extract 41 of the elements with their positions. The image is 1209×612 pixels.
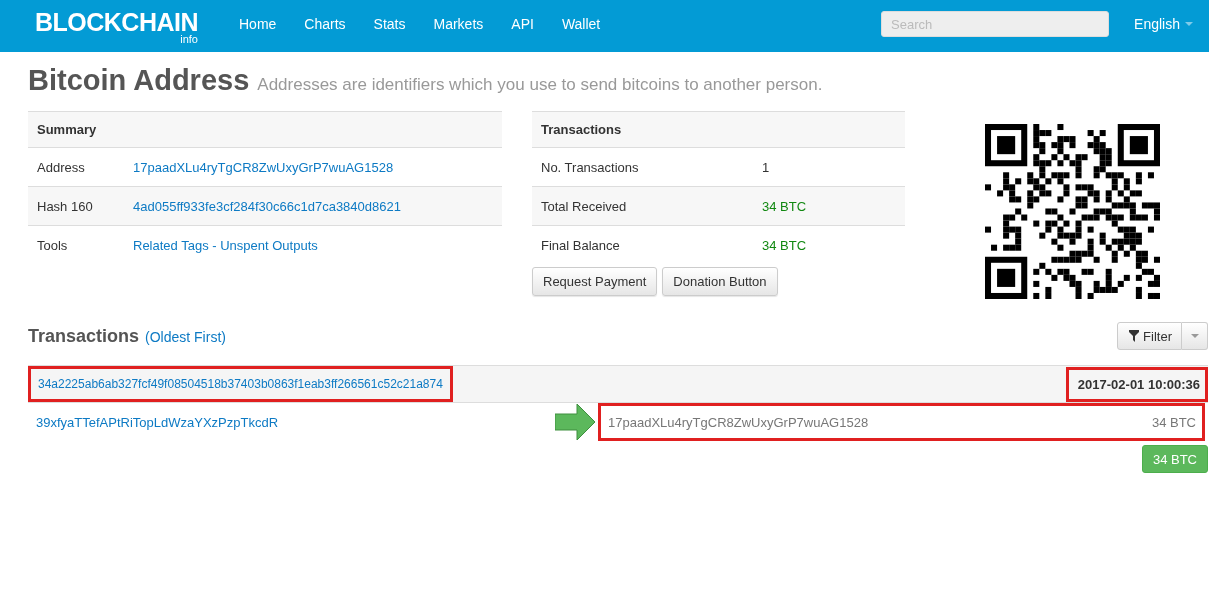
total-amount-button[interactable]: 34 BTC (1141, 445, 1208, 473)
input-address-link[interactable]: 39xfyaTTefAPtRiTopLdWzaYXzPzpTkcdR (36, 414, 279, 430)
transaction-time: 2017-02-01 10:00:36 (1065, 366, 1208, 402)
language-dropdown[interactable]: English (1134, 16, 1193, 32)
page-title: Bitcoin Address (28, 64, 250, 97)
funnel-icon (1129, 330, 1140, 342)
amount-value: 34 BTC (762, 237, 807, 253)
output-address: 17paadXLu4ryTgCR8ZwUxyGrP7wuAG1528 (608, 414, 869, 430)
sort-order-link[interactable]: (Oldest First) (145, 328, 226, 345)
transaction-hash-link[interactable]: 34a2225ab6ab327fcf49f08504518b37403b0863f1eab3ff266561c52c21a874 (28, 366, 453, 402)
dropdown-toggle-button[interactable] (1182, 322, 1208, 350)
output-amount: 34 BTC (1151, 414, 1196, 430)
nav-link[interactable]: Home (239, 16, 291, 36)
table-label: Address (37, 159, 86, 175)
caret-icon (1190, 334, 1199, 338)
nav-link[interactable]: API (497, 16, 548, 36)
amount-value: 34 BTC (762, 198, 807, 214)
table-header: Summary (28, 112, 502, 148)
section-title: Transactions (28, 325, 140, 347)
nav-link[interactable]: Wallet (547, 16, 615, 36)
table-link[interactable]: 4ad055ff933fe3cf284f30c66c1d7ca3840d8621 (133, 198, 401, 214)
right-arrow-icon (555, 404, 595, 440)
nav-link[interactable]: Stats (359, 16, 420, 36)
table-label: Hash 160 (37, 198, 94, 214)
site-logo[interactable]: BLOCKCHAIN (34, 9, 198, 34)
table-label: Total Received (541, 198, 628, 214)
nav-link[interactable]: Charts (290, 16, 360, 36)
table-header: Transactions (532, 112, 905, 148)
action-button[interactable]: Request Payment (532, 267, 658, 296)
table-label: Tools (37, 237, 69, 253)
table-label: Final Balance (541, 237, 621, 253)
nav-link[interactable]: Markets (419, 16, 498, 36)
table-link[interactable]: Related Tags - Unspent Outputs (133, 237, 318, 253)
filter-button[interactable]: Filter (1117, 322, 1182, 350)
table-value: 1 (762, 159, 770, 175)
table-label: No. Transactions (541, 159, 640, 175)
caret-icon (1185, 22, 1193, 26)
table-link[interactable]: 17paadXLu4ryTgCR8ZwUxyGrP7wuAG1528 (133, 159, 394, 175)
page-subtitle: Addresses are identifiers which you use to send bitcoins to another person. (257, 75, 823, 95)
action-button[interactable]: Donation Button (662, 267, 778, 296)
site-logo-subtitle: info (180, 33, 198, 45)
